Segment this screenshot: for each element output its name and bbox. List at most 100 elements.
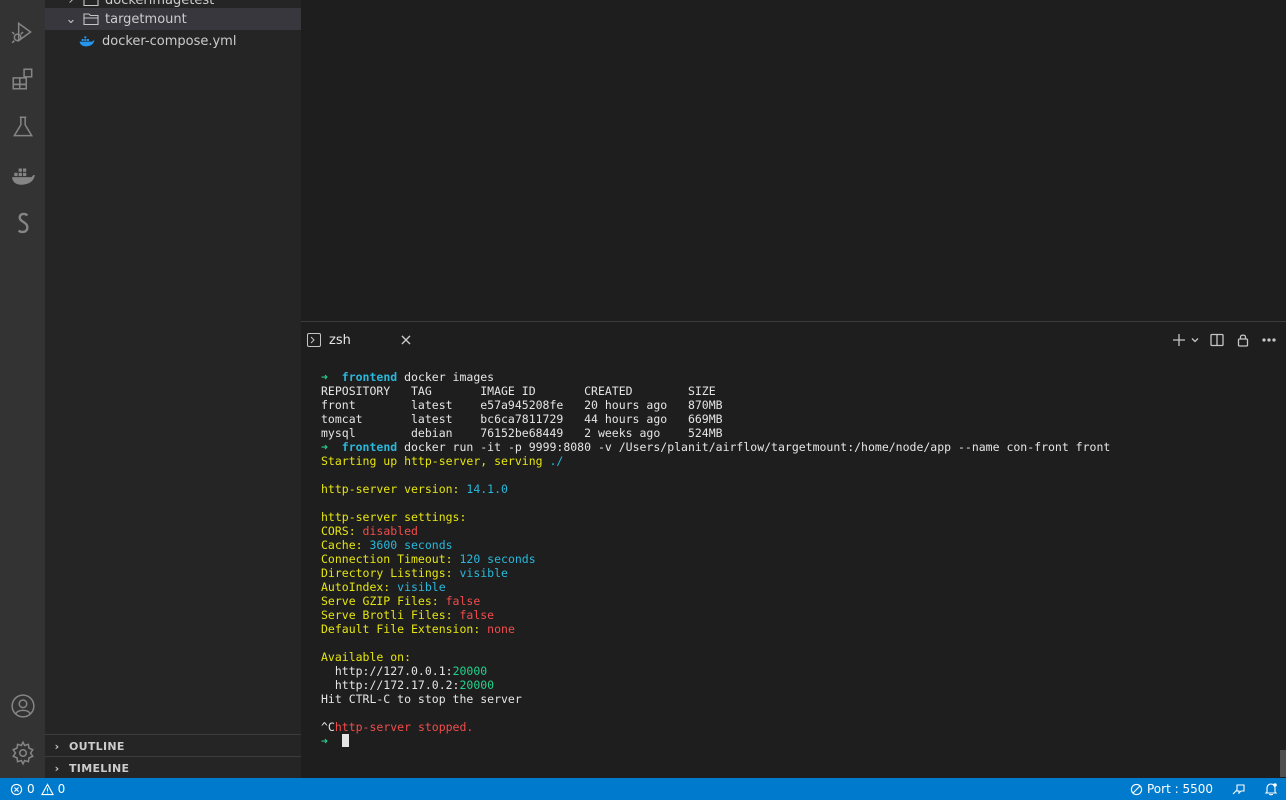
terminal-line: ➜ bbox=[321, 734, 1110, 748]
terminal-text-segment: docker images bbox=[397, 370, 495, 384]
terminal-line: REPOSITORY TAG IMAGE ID CREATED SIZE bbox=[321, 384, 1110, 398]
port-label: Port : 5500 bbox=[1147, 782, 1213, 796]
terminal-scrollbar[interactable] bbox=[1280, 750, 1286, 777]
split-terminal-icon[interactable] bbox=[1208, 331, 1226, 349]
docker-icon[interactable] bbox=[0, 155, 45, 195]
terminal-text-segment: tomcat latest bc6ca7811729 44 hours ago … bbox=[321, 412, 723, 426]
timeline-label: TIMELINE bbox=[69, 761, 130, 775]
terminal-tabbar: zsh × bbox=[301, 322, 1286, 356]
terminal-actions bbox=[1170, 328, 1278, 352]
terminal-text-segment: 14.1.0 bbox=[466, 482, 508, 496]
explorer-sidebar: › dockerimagetest ⌄ targetmount docker-c… bbox=[45, 0, 319, 779]
terminal-text-segment: Serve Brotli Files: bbox=[321, 608, 460, 622]
tree-item-targetmount[interactable]: ⌄ targetmount bbox=[45, 8, 319, 30]
terminal-text-segment: Serve GZIP Files: bbox=[321, 594, 446, 608]
terminal-line: Available on: bbox=[321, 650, 1110, 664]
terminal-line: mysql debian 76152be68449 2 weeks ago 52… bbox=[321, 426, 1110, 440]
tree-item-label: targetmount bbox=[105, 11, 187, 27]
terminal-line: front latest e57a945208fe 20 hours ago 8… bbox=[321, 398, 1110, 412]
editor-area[interactable] bbox=[301, 0, 1286, 321]
terminal-line: http-server version: 14.1.0 bbox=[321, 482, 1110, 496]
account-icon[interactable] bbox=[0, 686, 45, 726]
terminal-text-segment: frontend bbox=[341, 440, 398, 454]
feedback-icon[interactable] bbox=[1231, 782, 1246, 796]
terminal-text-segment: http://172.17.0.2: bbox=[321, 678, 460, 692]
folder-icon bbox=[83, 0, 99, 7]
terminal-text-segment: none bbox=[487, 622, 515, 636]
terminal-text-segment: front latest e57a945208fe 20 hours ago 8… bbox=[321, 398, 723, 412]
terminal-text-segment: visible bbox=[397, 580, 446, 594]
extensions-icon[interactable] bbox=[0, 59, 45, 99]
live-server-port[interactable]: Port : 5500 bbox=[1130, 782, 1213, 796]
new-terminal-icon[interactable] bbox=[1170, 331, 1188, 349]
terminal-line: http://127.0.0.1:20000 bbox=[321, 664, 1110, 678]
chevron-right-icon: › bbox=[68, 0, 74, 8]
problems-indicator[interactable]: 0 0 bbox=[10, 782, 65, 796]
tree-item-docker-compose[interactable]: docker-compose.yml bbox=[45, 30, 335, 52]
run-debug-icon[interactable] bbox=[0, 12, 45, 52]
terminal-line: ➜ frontend docker images bbox=[321, 370, 1110, 384]
terminal-text-segment: docker run -it -p 9999:8080 -v /Users/pl… bbox=[397, 440, 1111, 454]
warning-count: 0 bbox=[57, 782, 66, 796]
tree-item-label: docker-compose.yml bbox=[102, 33, 237, 49]
more-actions-icon[interactable] bbox=[1260, 331, 1278, 349]
settings-gear-icon[interactable] bbox=[0, 733, 45, 773]
error-count: 0 bbox=[27, 782, 35, 796]
status-bar: 0 0 Port : 5500 bbox=[0, 778, 1286, 800]
terminal-text-segment: frontend bbox=[341, 370, 398, 384]
terminal-text-segment: Default File Extension: bbox=[321, 622, 488, 636]
terminal-tab-zsh[interactable]: zsh bbox=[307, 328, 351, 352]
terminal-text-segment: 20000 bbox=[452, 664, 488, 678]
terminal-text-segment: CORS: bbox=[321, 524, 363, 538]
terminal-line: Directory Listings: visible bbox=[321, 566, 1110, 580]
terminal-line: ➜ frontend docker run -it -p 9999:8080 -… bbox=[321, 440, 1110, 454]
terminal-line: Connection Timeout: 120 seconds bbox=[321, 552, 1110, 566]
terminal-text-segment: Starting up http-server, serving bbox=[321, 454, 550, 468]
terminal-text-segment: Directory Listings: bbox=[321, 566, 460, 580]
terminal-line: CORS: disabled bbox=[321, 524, 1110, 538]
terminal-text-segment: ^C bbox=[321, 720, 335, 734]
terminal-line: Serve GZIP Files: false bbox=[321, 594, 1110, 608]
timeline-section-header[interactable]: › TIMELINE bbox=[45, 756, 301, 779]
terminal-line: AutoIndex: visible bbox=[321, 580, 1110, 594]
terminal-panel: zsh × ➜ frontend docker images REPOSITORY… bbox=[301, 321, 1286, 779]
terminal-text-segment: http-server settings: bbox=[321, 510, 474, 524]
terminal-text-segment: 120 seconds bbox=[459, 552, 536, 566]
error-icon bbox=[10, 783, 23, 796]
terminal-text-segment: Cache: bbox=[321, 538, 370, 552]
lock-icon[interactable] bbox=[1234, 331, 1252, 349]
terminal-text-segment: Hit CTRL-C to stop the server bbox=[321, 692, 522, 706]
activity-bar bbox=[0, 0, 45, 778]
terminal-text-segment: false bbox=[459, 608, 495, 622]
terminal-text-segment: http-server stopped. bbox=[334, 720, 474, 734]
terminal-text-segment: http://127.0.0.1: bbox=[321, 664, 453, 678]
terminal-tab-close-icon[interactable]: × bbox=[399, 330, 413, 349]
outline-section-header[interactable]: › OUTLINE bbox=[45, 734, 301, 757]
terminal-text-segment: AutoIndex: bbox=[321, 580, 398, 594]
terminal-line: http-server settings: bbox=[321, 510, 1110, 524]
terminal-text-segment: 20000 bbox=[459, 678, 495, 692]
terminal-line: Default File Extension: none bbox=[321, 622, 1110, 636]
terminal-text-segment: ➜ bbox=[321, 370, 342, 384]
chevron-down-icon[interactable] bbox=[1190, 331, 1200, 349]
notifications-bell-icon[interactable] bbox=[1264, 782, 1278, 796]
snippets-s-icon[interactable] bbox=[0, 203, 45, 243]
testing-flask-icon[interactable] bbox=[0, 107, 45, 147]
terminal-text-segment: http-server version: bbox=[321, 482, 467, 496]
chevron-right-icon: › bbox=[54, 761, 60, 775]
outline-label: OUTLINE bbox=[69, 739, 125, 753]
chevron-right-icon: › bbox=[54, 739, 60, 753]
block-icon bbox=[1130, 783, 1143, 796]
folder-open-icon bbox=[83, 12, 99, 26]
terminal-prompt-icon bbox=[307, 333, 321, 347]
warning-icon bbox=[40, 782, 54, 796]
tree-item-label: dockerimagetest bbox=[105, 0, 215, 8]
terminal-output[interactable]: ➜ frontend docker images REPOSITORY TAG I… bbox=[321, 370, 1110, 748]
terminal-text-segment: disabled bbox=[362, 524, 418, 538]
terminal-text-segment: false bbox=[445, 594, 481, 608]
terminal-text-segment: Connection Timeout: bbox=[321, 552, 460, 566]
